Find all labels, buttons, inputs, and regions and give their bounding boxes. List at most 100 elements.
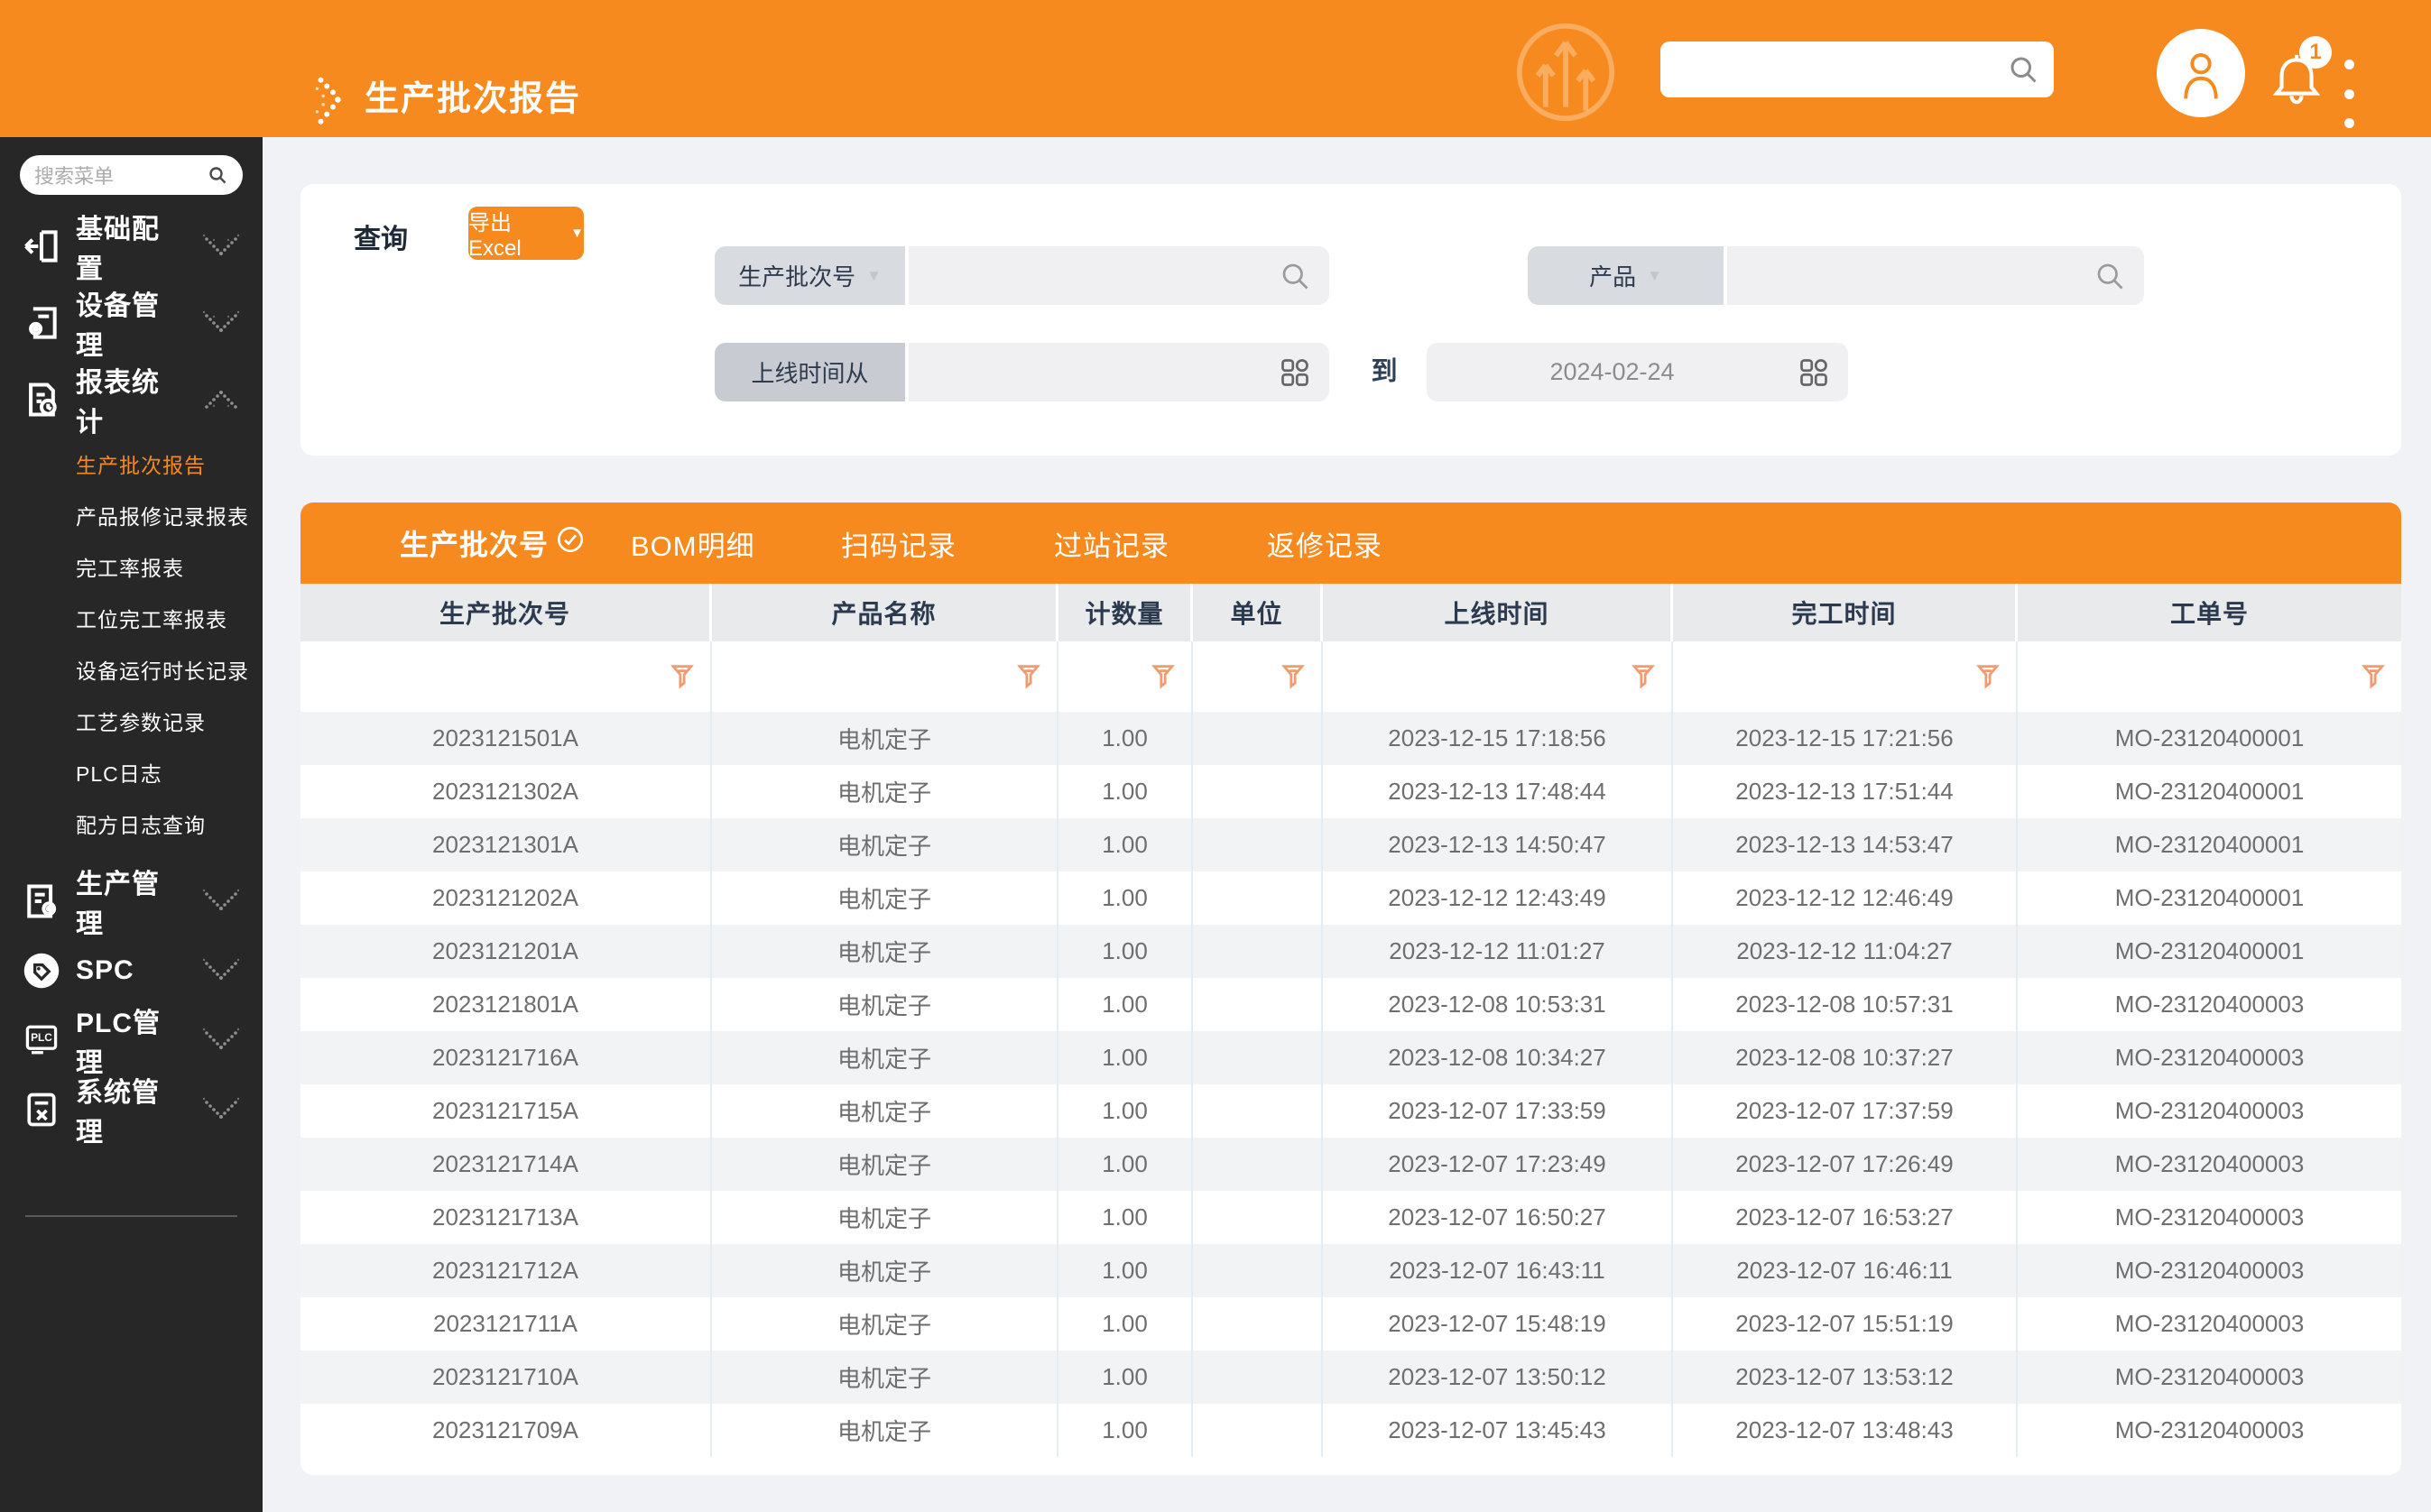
batch-field-label: 生产批次号 <box>738 259 855 292</box>
table-cell: 2023-12-15 17:21:56 <box>1673 712 2018 765</box>
tab-station-pass-records[interactable]: 过站记录 <box>1054 502 1169 584</box>
table-row[interactable]: 2023121202A电机定子1.002023-12-12 12:43:4920… <box>300 871 2401 925</box>
table-cell: 2023-12-07 17:37:59 <box>1673 1084 2018 1138</box>
filter-funnel-icon[interactable] <box>2358 661 2389 692</box>
table-row[interactable]: 2023121714A电机定子1.002023-12-07 17:23:4920… <box>300 1138 2401 1191</box>
table-cell: 2023-12-12 12:43:49 <box>1323 871 1673 925</box>
sidebar-search-input[interactable]: 搜索菜单 <box>20 155 243 195</box>
sidebar-item-device-management[interactable]: 设备管理 <box>0 284 263 361</box>
sidebar-item-production-management[interactable]: 生产管理 <box>0 866 263 936</box>
column-header[interactable]: 单位 <box>1193 584 1323 641</box>
sidebar-item-plc-management[interactable]: PLC PLC管理 <box>0 1005 263 1074</box>
tab-label: BOM明细 <box>631 523 755 564</box>
page-title: 生产批次报告 <box>365 76 581 123</box>
to-label: 到 <box>1356 343 1412 401</box>
sidebar-item-basic-config[interactable]: 基础配置 <box>0 207 263 284</box>
table-cell: 1.00 <box>1058 871 1193 925</box>
online-time-from-input[interactable] <box>909 343 1329 401</box>
table-row[interactable]: 2023121301A电机定子1.002023-12-13 14:50:4720… <box>300 818 2401 871</box>
caret-down-icon: ▼ <box>866 267 882 285</box>
table-cell: 电机定子 <box>712 1138 1058 1191</box>
avatar[interactable] <box>2157 29 2245 117</box>
product-search-input[interactable] <box>1727 246 2144 305</box>
export-excel-button[interactable]: 导出Excel ▼ <box>468 207 584 260</box>
table-row[interactable]: 2023121716A电机定子1.002023-12-08 10:34:2720… <box>300 1031 2401 1084</box>
online-time-to-input[interactable]: 2024-02-24 <box>1427 343 1848 401</box>
sidebar-subitem[interactable]: 配方日志查询 <box>0 797 263 849</box>
kebab-menu[interactable] <box>2344 60 2357 128</box>
sidebar-subitem[interactable]: 工位完工率报表 <box>0 592 263 643</box>
column-header[interactable]: 完工时间 <box>1673 584 2018 641</box>
table-row[interactable]: 2023121710A电机定子1.002023-12-07 13:50:1220… <box>300 1351 2401 1404</box>
dotted-chevron-down-icon <box>201 957 241 984</box>
spc-tag-icon <box>22 951 61 991</box>
product-field-selector[interactable]: 产品 ▼ <box>1528 246 1724 305</box>
sidebar-subitem[interactable]: 完工率报表 <box>0 540 263 592</box>
table-cell: 电机定子 <box>712 1351 1058 1404</box>
table-cell: MO-23120400001 <box>2018 871 2401 925</box>
filter-funnel-icon[interactable] <box>1013 661 1044 692</box>
sidebar-subitem[interactable]: 生产批次报告 <box>0 438 263 489</box>
tab-scan-records[interactable]: 扫码记录 <box>841 502 957 584</box>
table-cell: MO-23120400003 <box>2018 1191 2401 1244</box>
column-filter-cell <box>300 641 712 712</box>
filter-funnel-icon[interactable] <box>1628 661 1659 692</box>
column-filter-cell <box>2018 641 2401 712</box>
tab-rework-records[interactable]: 返修记录 <box>1267 502 1382 584</box>
table-row[interactable]: 2023121201A电机定子1.002023-12-12 11:01:2720… <box>300 925 2401 978</box>
table-cell: 2023-12-12 12:46:49 <box>1673 871 2018 925</box>
sidebar-item-label: 生产管理 <box>76 862 187 941</box>
table-cell: 2023-12-07 13:53:12 <box>1673 1351 2018 1404</box>
sidebar-item-label: 设备管理 <box>76 283 187 363</box>
sidebar-bottom-group: 生产管理 SPC <box>0 866 263 1144</box>
door-exit-icon <box>22 226 61 266</box>
sidebar-subitem[interactable]: 设备运行时长记录 <box>0 643 263 695</box>
tab-bom-detail[interactable]: BOM明细 <box>631 502 755 584</box>
global-search-input[interactable] <box>1660 41 2054 97</box>
table-row[interactable]: 2023121715A电机定子1.002023-12-07 17:33:5920… <box>300 1084 2401 1138</box>
filter-panel: 查询 导出Excel ▼ 生产批次号 ▼ 产品 ▼ 上线时间从 <box>300 184 2401 456</box>
table-row[interactable]: 2023121302A电机定子1.002023-12-13 17:48:4420… <box>300 765 2401 818</box>
sidebar-item-report-statistics[interactable]: 报表统计 <box>0 361 263 438</box>
sidebar-item-spc[interactable]: SPC <box>0 936 263 1005</box>
column-header[interactable]: 计数量 <box>1058 584 1193 641</box>
table-cell: 2023-12-07 16:53:27 <box>1673 1191 2018 1244</box>
dotted-chevron-down-icon <box>201 888 241 915</box>
tab-production-batch[interactable]: 生产批次号 <box>400 502 585 584</box>
sidebar-item-system-management[interactable]: 系统管理 <box>0 1074 263 1144</box>
column-filter-cell <box>712 641 1058 712</box>
table-row[interactable]: 2023121801A电机定子1.002023-12-08 10:53:3120… <box>300 978 2401 1031</box>
column-header[interactable]: 上线时间 <box>1323 584 1673 641</box>
table-cell: 2023-12-07 17:33:59 <box>1323 1084 1673 1138</box>
table-cell <box>1193 712 1323 765</box>
report-clock-icon <box>22 380 61 419</box>
filter-funnel-icon[interactable] <box>1278 661 1308 692</box>
batch-field-selector[interactable]: 生产批次号 ▼ <box>715 246 905 305</box>
column-header[interactable]: 生产批次号 <box>300 584 712 641</box>
system-panel-icon <box>22 1090 61 1129</box>
filter-funnel-icon[interactable] <box>1973 661 2003 692</box>
table-cell: 2023121714A <box>300 1138 712 1191</box>
filter-funnel-icon[interactable] <box>1148 661 1179 692</box>
query-button[interactable]: 查询 <box>354 217 408 256</box>
column-header[interactable]: 产品名称 <box>712 584 1058 641</box>
sidebar-subitem[interactable]: PLC日志 <box>0 746 263 797</box>
table-header-row: 生产批次号 产品名称 计数量 单位 上线时间 完工时间 工单号 <box>300 584 2401 641</box>
table-row[interactable]: 2023121709A电机定子1.002023-12-07 13:45:4320… <box>300 1404 2401 1457</box>
batch-search-input[interactable] <box>909 246 1329 305</box>
table-cell: 2023121501A <box>300 712 712 765</box>
column-header[interactable]: 工单号 <box>2018 584 2401 641</box>
table-row[interactable]: 2023121501A电机定子1.002023-12-15 17:18:5620… <box>300 712 2401 765</box>
table-row[interactable]: 2023121711A电机定子1.002023-12-07 15:48:1920… <box>300 1297 2401 1351</box>
online-time-from-label[interactable]: 上线时间从 <box>715 343 905 401</box>
table-row[interactable]: 2023121712A电机定子1.002023-12-07 16:43:1120… <box>300 1244 2401 1297</box>
table-cell: MO-23120400001 <box>2018 765 2401 818</box>
filter-funnel-icon[interactable] <box>667 661 698 692</box>
table-cell: MO-23120400001 <box>2018 712 2401 765</box>
notification-bell[interactable]: 1 <box>2267 49 2326 114</box>
sidebar-subitem[interactable]: 产品报修记录报表 <box>0 489 263 540</box>
table-cell: 2023-12-07 15:51:19 <box>1673 1297 2018 1351</box>
table-cell: 1.00 <box>1058 1084 1193 1138</box>
table-row[interactable]: 2023121713A电机定子1.002023-12-07 16:50:2720… <box>300 1191 2401 1244</box>
sidebar-subitem[interactable]: 工艺参数记录 <box>0 695 263 746</box>
